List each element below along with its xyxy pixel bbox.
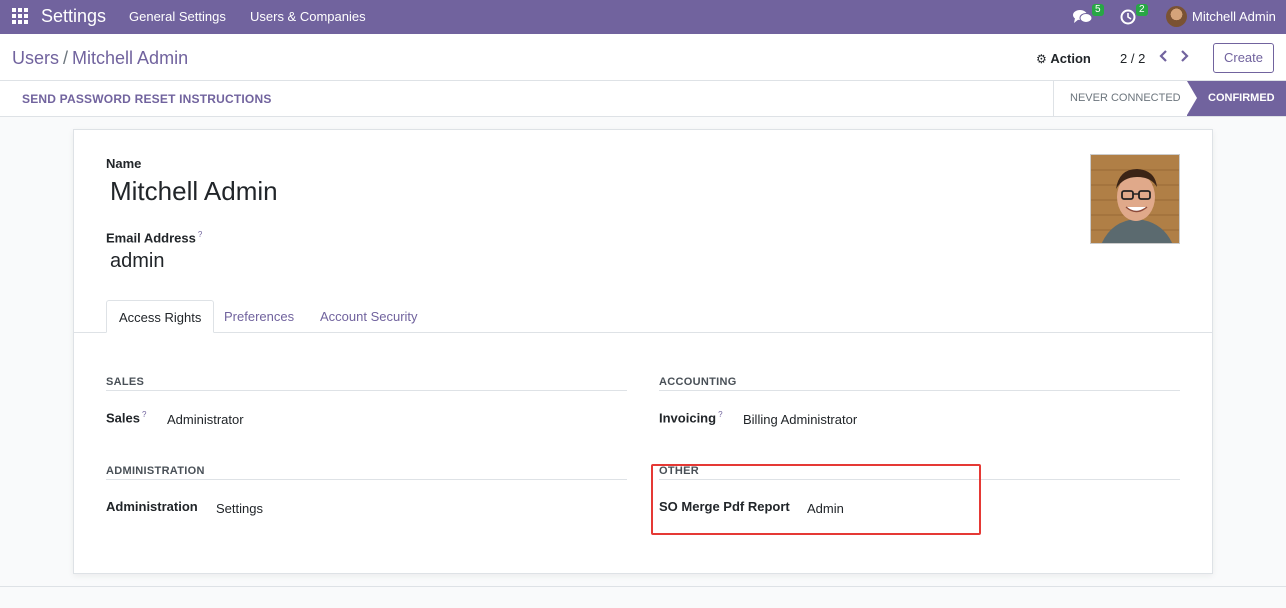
sales-label: Sales? [106,410,146,425]
section-line-sales [106,390,627,391]
pager-value[interactable]: 2 / 2 [1120,51,1145,66]
app-title[interactable]: Settings [41,6,106,27]
stage-never-connected[interactable]: NEVER CONNECTED [1053,81,1187,116]
messages-badge: 5 [1092,4,1104,16]
email-field[interactable]: admin [110,250,164,273]
section-title-administration: ADMINISTRATION [106,465,205,477]
status-bar: SEND PASSWORD RESET INSTRUCTIONS NEVER C… [0,81,1286,117]
stage-confirmed[interactable]: CONFIRMED [1187,81,1286,116]
breadcrumb-separator: / [63,48,69,68]
activities-badge: 2 [1136,4,1148,16]
section-title-sales: SALES [106,376,145,388]
pager-previous-icon[interactable] [1158,49,1168,66]
apps-menu-icon[interactable] [12,8,28,24]
top-navbar: Settings General Settings Users & Compan… [0,0,1286,34]
breadcrumb-current: Mitchell Admin [72,48,189,68]
user-avatar[interactable] [1166,6,1187,27]
email-label-text: Email Address [106,230,196,246]
tab-preferences[interactable]: Preferences [212,300,306,333]
control-panel: Users / Mitchell Admin ⚙ Action 2 / 2 Crea… [0,35,1286,81]
section-line-administration [106,479,627,480]
breadcrumb-users-link[interactable]: Users [12,48,59,68]
user-photo[interactable] [1090,154,1180,244]
menu-general-settings[interactable]: General Settings [129,9,226,24]
action-label: Action [1050,51,1091,66]
invoicing-role-select[interactable]: Billing Administrator [743,412,857,427]
tab-account-security[interactable]: Account Security [308,300,430,333]
invoicing-label: Invoicing? [659,410,723,425]
sales-label-text: Sales [106,410,140,426]
activity-clock-icon[interactable] [1120,9,1136,25]
sales-role-select[interactable]: Administrator [167,412,244,427]
breadcrumb: Users / Mitchell Admin [12,48,188,69]
email-label: Email Address? [106,230,202,245]
bottom-divider [0,586,1286,587]
section-title-accounting: ACCOUNTING [659,376,737,388]
invoicing-label-text: Invoicing [659,410,717,426]
administration-role-select[interactable]: Settings [216,501,263,516]
create-button[interactable]: Create [1213,43,1274,73]
section-line-accounting [659,390,1180,391]
invoicing-help-icon[interactable]: ? [718,410,722,419]
user-menu-name[interactable]: Mitchell Admin [1192,9,1276,24]
name-label: Name [106,156,142,171]
sales-help-icon[interactable]: ? [142,410,146,419]
name-field[interactable]: Mitchell Admin [110,176,278,207]
gear-icon: ⚙ [1036,52,1047,66]
tab-access-rights[interactable]: Access Rights [106,300,215,333]
administration-label: Administration [106,499,198,514]
send-password-reset-button[interactable]: SEND PASSWORD RESET INSTRUCTIONS [22,92,272,106]
pager-next-icon[interactable] [1180,49,1190,66]
highlight-box [651,464,981,535]
action-button[interactable]: ⚙ Action [1036,51,1091,66]
email-help-icon[interactable]: ? [198,230,202,239]
menu-users-companies[interactable]: Users & Companies [250,9,366,24]
messages-icon[interactable] [1073,9,1093,25]
